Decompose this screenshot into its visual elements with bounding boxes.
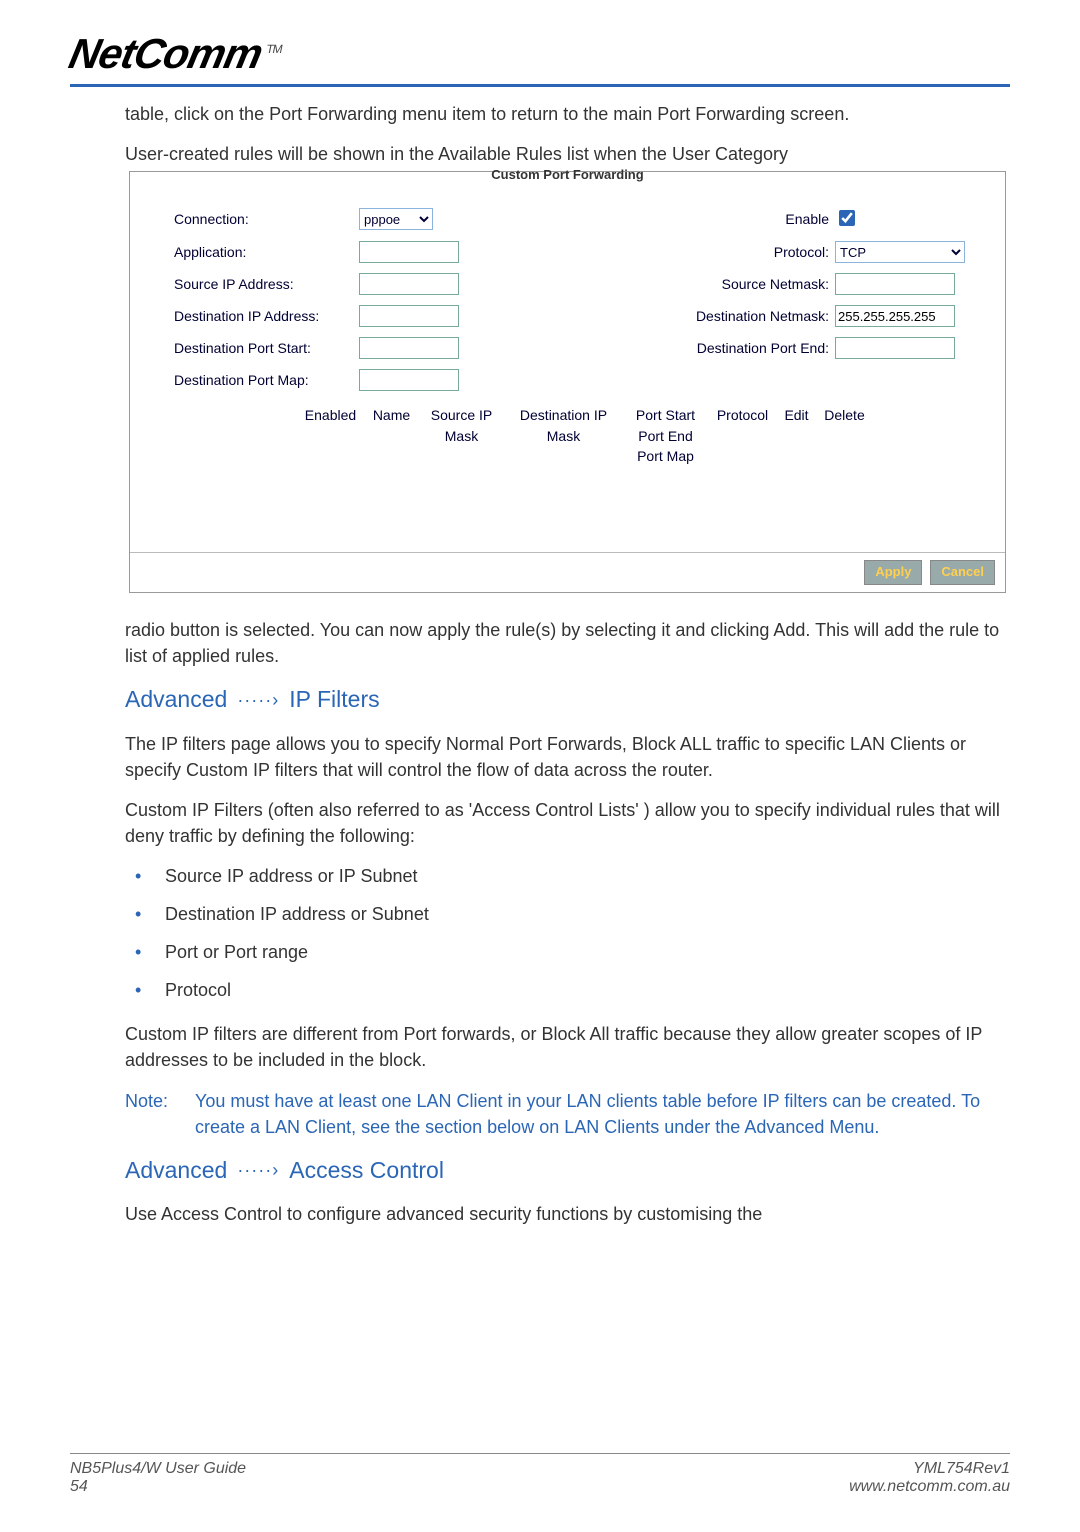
dest-port-end-label: Destination Port End: [479, 338, 835, 358]
col-dst: Destination IP Mask [508, 405, 620, 466]
col-delete: Delete [820, 405, 870, 466]
section-heading-ip-filters: Advanced ·····› IP Filters [125, 683, 1010, 716]
dest-netmask-label: Destination Netmask: [479, 306, 835, 326]
footer-left-1: NB5Plus4/W User Guide [70, 1460, 246, 1478]
connection-select[interactable]: pppoe [359, 208, 433, 230]
section-title: Access Control [289, 1154, 444, 1187]
connection-label: Connection: [174, 209, 359, 229]
note-label: Note: [125, 1088, 195, 1140]
note-block: Note: You must have at least one LAN Cli… [125, 1088, 1010, 1140]
section-title: IP Filters [289, 683, 379, 716]
source-netmask-label: Source Netmask: [479, 274, 835, 294]
dest-port-end-input[interactable] [835, 337, 955, 359]
footer-right-1: YML754Rev1 [849, 1460, 1010, 1478]
note-text: You must have at least one LAN Client in… [195, 1088, 1010, 1140]
screenshot-title: Custom Port Forwarding [130, 166, 1005, 207]
col-enabled: Enabled [300, 405, 362, 466]
application-label: Application: [174, 242, 359, 262]
cancel-button[interactable]: Cancel [930, 560, 995, 585]
footer-right-2: www.netcomm.com.au [849, 1478, 1010, 1496]
list-item: Destination IP address or Subnet [125, 901, 1010, 927]
ip-paragraph-3: Custom IP filters are different from Por… [125, 1021, 1010, 1073]
list-item: Port or Port range [125, 939, 1010, 965]
dest-ip-input[interactable] [359, 305, 459, 327]
intro-paragraph-2: User-created rules will be shown in the … [125, 141, 1010, 167]
dest-netmask-input[interactable] [835, 305, 955, 327]
after-screenshot-paragraph: radio button is selected. You can now ap… [125, 617, 1010, 669]
section-prefix: Advanced [125, 683, 227, 716]
section-prefix: Advanced [125, 1154, 227, 1187]
logo-tm: TM [265, 42, 283, 56]
ip-paragraph-2: Custom IP Filters (often also referred t… [125, 797, 1010, 849]
custom-port-forwarding-screenshot: Custom Port Forwarding Connection: pppoe… [129, 171, 1006, 593]
ip-bullet-list: Source IP address or IP Subnet Destinati… [125, 863, 1010, 1003]
arrow-icon: ·····› [237, 1157, 279, 1183]
logo-text: NetComm [65, 30, 266, 77]
dest-ip-label: Destination IP Address: [174, 306, 359, 326]
footer-left-2: 54 [70, 1478, 246, 1496]
dest-port-start-label: Destination Port Start: [174, 338, 359, 358]
application-input[interactable] [359, 241, 459, 263]
dest-port-start-input[interactable] [359, 337, 459, 359]
access-control-paragraph: Use Access Control to configure advanced… [125, 1201, 1010, 1227]
intro-paragraph-1: table, click on the Port Forwarding menu… [125, 101, 1010, 127]
col-src: Source IP Mask [422, 405, 502, 466]
col-edit: Edit [780, 405, 814, 466]
protocol-select[interactable]: TCP [835, 241, 965, 263]
header-rule [70, 84, 1010, 87]
col-protocol: Protocol [712, 405, 774, 466]
col-name: Name [368, 405, 416, 466]
source-netmask-input[interactable] [835, 273, 955, 295]
apply-button[interactable]: Apply [864, 560, 922, 585]
dest-port-map-input[interactable] [359, 369, 459, 391]
list-item: Protocol [125, 977, 1010, 1003]
enable-checkbox[interactable] [839, 210, 855, 226]
source-ip-input[interactable] [359, 273, 459, 295]
arrow-icon: ·····› [237, 687, 279, 713]
logo: NetCommTM [65, 30, 286, 78]
rules-table-header: Enabled Name Source IP Mask Destination … [224, 401, 945, 466]
enable-label: Enable [479, 209, 835, 229]
dest-port-map-label: Destination Port Map: [174, 370, 359, 390]
protocol-label: Protocol: [479, 242, 835, 262]
page-footer: NB5Plus4/W User Guide 54 YML754Rev1 www.… [70, 1453, 1010, 1496]
col-port: Port Start Port End Port Map [626, 405, 706, 466]
ip-paragraph-1: The IP filters page allows you to specif… [125, 731, 1010, 783]
source-ip-label: Source IP Address: [174, 274, 359, 294]
section-heading-access-control: Advanced ·····› Access Control [125, 1154, 1010, 1187]
list-item: Source IP address or IP Subnet [125, 863, 1010, 889]
